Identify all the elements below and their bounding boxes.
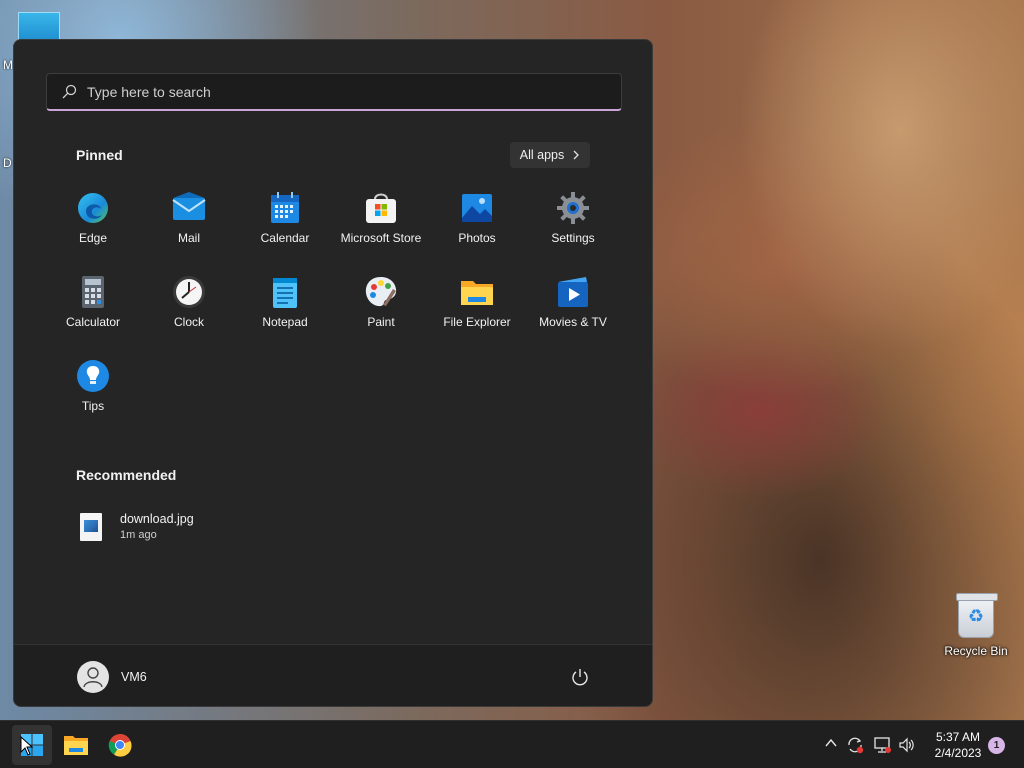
all-apps-label: All apps bbox=[519, 148, 565, 162]
image-file-icon bbox=[80, 512, 102, 541]
app-label: Paint bbox=[367, 315, 395, 329]
search-box[interactable] bbox=[46, 73, 622, 111]
pinned-heading: Pinned bbox=[76, 147, 123, 163]
taskbar-clock[interactable]: 5:37 AM 2/4/2023 bbox=[924, 729, 992, 761]
chevron-right-icon bbox=[573, 150, 580, 160]
app-label: File Explorer bbox=[443, 315, 511, 329]
desktop-icon-partial[interactable] bbox=[18, 12, 60, 42]
app-label: Settings bbox=[551, 231, 595, 245]
power-button[interactable] bbox=[570, 667, 590, 692]
app-label: Mail bbox=[177, 231, 200, 245]
app-label: Clock bbox=[173, 315, 204, 329]
search-icon bbox=[62, 84, 77, 98]
network-icon[interactable] bbox=[873, 736, 891, 754]
app-label: Notepad bbox=[262, 315, 308, 329]
file-explorer-icon bbox=[64, 736, 88, 755]
pinned-app-notepad[interactable]: Notepad bbox=[237, 275, 333, 347]
app-label: Movies & TV bbox=[539, 315, 607, 329]
pinned-app-movies-tv[interactable]: Movies & TV bbox=[525, 275, 621, 347]
user-name[interactable]: VM6 bbox=[121, 670, 147, 684]
gear-icon bbox=[556, 191, 590, 225]
app-label: Photos bbox=[458, 231, 496, 245]
recycle-bin-shortcut[interactable]: ♻ Recycle Bin bbox=[940, 593, 1012, 658]
taskbar-file-explorer[interactable] bbox=[56, 725, 96, 765]
store-icon bbox=[364, 191, 398, 225]
app-label: Calendar bbox=[260, 231, 310, 245]
folder-icon bbox=[460, 275, 494, 309]
desktop-icon-label-partial: D bbox=[3, 156, 12, 170]
app-label: Edge bbox=[78, 231, 108, 245]
pinned-app-tips[interactable]: Tips bbox=[45, 359, 141, 431]
pinned-app-file-explorer[interactable]: File Explorer bbox=[429, 275, 525, 347]
recycle-bin-icon: ♻ bbox=[956, 593, 998, 638]
taskbar: 5:37 AM 2/4/2023 1 bbox=[0, 720, 1024, 768]
recommended-item-name: download.jpg bbox=[120, 512, 194, 526]
notification-badge[interactable]: 1 bbox=[988, 737, 1005, 754]
recycle-bin-label: Recycle Bin bbox=[944, 644, 1008, 658]
taskbar-chrome[interactable] bbox=[100, 725, 140, 765]
desktop-icon-label-partial: M bbox=[3, 58, 13, 72]
recommended-heading: Recommended bbox=[76, 467, 177, 483]
pinned-app-paint[interactable]: Paint bbox=[333, 275, 429, 347]
chrome-icon bbox=[108, 733, 132, 757]
mail-icon bbox=[172, 191, 206, 225]
clock-time: 5:37 AM bbox=[935, 730, 981, 744]
pinned-app-clock[interactable]: Clock bbox=[141, 275, 237, 347]
chevron-up-icon[interactable] bbox=[824, 736, 838, 750]
photos-icon bbox=[460, 191, 494, 225]
calculator-icon bbox=[76, 275, 110, 309]
pinned-app-mail[interactable]: Mail bbox=[141, 191, 237, 263]
pinned-app-calculator[interactable]: Calculator bbox=[45, 275, 141, 347]
edge-icon bbox=[76, 191, 110, 225]
paint-icon bbox=[364, 275, 398, 309]
start-menu-footer: VM6 bbox=[14, 644, 652, 706]
pinned-app-edge[interactable]: Edge bbox=[45, 191, 141, 263]
clock-date: 2/4/2023 bbox=[934, 746, 982, 760]
recommended-item[interactable]: download.jpg 1m ago bbox=[80, 512, 194, 541]
app-label: Microsoft Store bbox=[340, 231, 422, 245]
power-icon bbox=[572, 669, 588, 686]
calendar-icon bbox=[268, 191, 302, 225]
user-avatar[interactable] bbox=[77, 661, 109, 693]
all-apps-button[interactable]: All apps bbox=[510, 142, 590, 168]
search-input[interactable] bbox=[87, 83, 567, 100]
mouse-cursor-icon bbox=[20, 736, 34, 756]
pinned-app-microsoft-store[interactable]: Microsoft Store bbox=[333, 191, 429, 263]
sync-alert-icon[interactable] bbox=[846, 736, 864, 754]
user-icon bbox=[83, 667, 103, 688]
pinned-app-photos[interactable]: Photos bbox=[429, 191, 525, 263]
app-label: Tips bbox=[81, 399, 105, 413]
lightbulb-icon bbox=[76, 359, 110, 393]
volume-icon[interactable] bbox=[898, 736, 916, 754]
pinned-app-calendar[interactable]: Calendar bbox=[237, 191, 333, 263]
app-label: Calculator bbox=[65, 315, 121, 329]
start-menu: Pinned All apps Edge Mail bbox=[13, 39, 653, 707]
recommended-item-time: 1m ago bbox=[120, 529, 157, 541]
clock-icon bbox=[172, 275, 206, 309]
movies-icon bbox=[556, 275, 590, 309]
notepad-icon bbox=[268, 275, 302, 309]
pinned-app-settings[interactable]: Settings bbox=[525, 191, 621, 263]
